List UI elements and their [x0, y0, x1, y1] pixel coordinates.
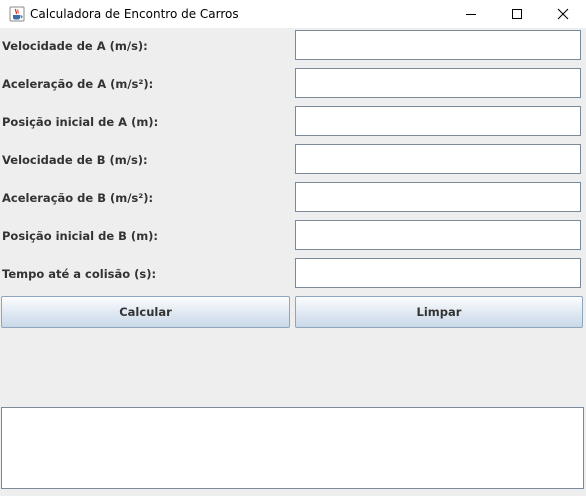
close-button[interactable] — [540, 0, 586, 28]
velocity-b-input[interactable] — [295, 144, 581, 174]
close-icon — [557, 5, 569, 24]
initial-position-a-input[interactable] — [295, 106, 581, 136]
acceleration-a-input[interactable] — [295, 68, 581, 98]
velocity-a-label: Velocidade de A (m/s): — [2, 39, 148, 53]
minimize-button[interactable] — [448, 0, 494, 28]
velocity-a-input[interactable] — [295, 30, 581, 60]
clear-button[interactable]: Limpar — [295, 296, 583, 328]
initial-position-a-label: Posição inicial de A (m): — [2, 115, 159, 129]
acceleration-b-label: Aceleração de B (m/s²): — [2, 191, 154, 205]
maximize-icon — [511, 5, 523, 24]
acceleration-a-label: Aceleração de A (m/s²): — [2, 77, 154, 91]
collision-time-label: Tempo até a colisão (s): — [2, 267, 157, 281]
calculate-button[interactable]: Calcular — [1, 296, 290, 328]
window-title: Calculadora de Encontro de Carros — [30, 7, 239, 21]
maximize-button[interactable] — [494, 0, 540, 28]
acceleration-b-input[interactable] — [295, 182, 581, 212]
initial-position-b-label: Posição inicial de B (m): — [2, 229, 159, 243]
java-cup-icon — [9, 6, 25, 22]
app-window: Calculadora de Encontro de Carros Veloci… — [0, 0, 586, 496]
collision-time-input[interactable] — [295, 258, 581, 288]
title-bar[interactable]: Calculadora de Encontro de Carros — [0, 0, 586, 28]
result-output-area[interactable] — [1, 407, 584, 489]
initial-position-b-input[interactable] — [295, 220, 581, 250]
minimize-icon — [465, 5, 477, 24]
velocity-b-label: Velocidade de B (m/s): — [2, 153, 148, 167]
